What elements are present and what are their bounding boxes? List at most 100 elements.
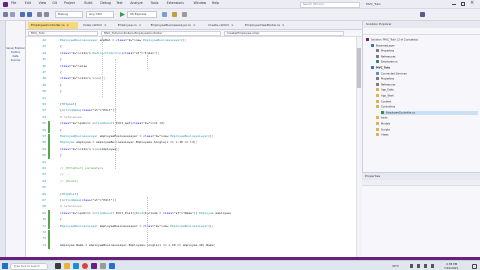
sql-server-icon[interactable] [100,263,106,269]
code-line[interactable]: class="kw">return View(employee); [60,147,120,151]
menu-item-extensions[interactable]: Extensions [167,1,184,5]
close-icon[interactable]: × [470,0,474,6]
tray-icons[interactable] [410,264,440,268]
code-line[interactable]: [HttpGet] [60,102,76,106]
task-view-icon[interactable] [55,263,61,269]
save-icon[interactable] [20,12,25,17]
code-line[interactable]: class="kw">else [60,64,87,68]
solution-tree-item[interactable]: Models [376,122,478,126]
code-line[interactable]: // [Route] [60,179,78,183]
code-line[interactable]: EmployeeBusinessLayer employeeBusinessLa… [60,224,214,228]
code-line[interactable]: // [HttpPost] parameters [60,166,103,170]
menu-item-tools[interactable]: Tools [151,1,159,5]
code-editor[interactable]: 42 EmployeeBusinessLayer empBal = class=… [26,37,362,257]
solution-tree-item[interactable]: Content [376,99,478,104]
solution-tree-item[interactable]: EmployeeController.cs [381,110,478,115]
minimize-icon[interactable] [452,4,456,5]
taskbar-search-input[interactable]: Type here to search [10,262,48,270]
menu-item-edit[interactable]: Edit [25,1,31,5]
code-line[interactable]: { [60,70,62,74]
solution-tree-item[interactable]: References [376,82,478,87]
code-line[interactable]: } [60,153,62,157]
menu-item-file[interactable]: File [11,1,16,5]
search-box[interactable]: Search (Ctrl+Q) [300,1,360,8]
file-explorer-icon[interactable] [64,263,70,269]
code-line[interactable]: Employee employee = employeeBusinessLaye… [60,140,197,144]
bookmark-icon[interactable] [172,12,177,17]
code-line[interactable]: } [60,89,62,93]
solution-tree-item[interactable]: Controllers [376,105,478,109]
mail-icon[interactable] [109,263,115,269]
left-panel-row[interactable]: Sources [6,59,25,63]
solution-tree-item[interactable]: MVC_Tuto [371,66,478,70]
menu-item-view[interactable]: View [39,1,47,5]
solution-tree-item[interactable]: Views [376,133,478,137]
menu-item-build[interactable]: Build [84,1,92,5]
edge-icon[interactable] [73,263,79,269]
solution-tree-item[interactable]: Employee.cs [376,60,478,64]
menu-item-analyze[interactable]: Analyze [130,1,143,5]
code-line[interactable]: employee.Name = employeeBusinessLayer.Em… [60,243,215,247]
code-line[interactable]: { [60,128,62,132]
tab-close-icon[interactable]: × [231,23,234,27]
code-line[interactable]: class="kw">return View(); [60,76,105,80]
run-icon[interactable] [120,12,125,17]
back-icon[interactable] [3,12,8,17]
code-line[interactable]: 0 references [60,115,82,119]
tab-employeecontroller-cs[interactable]: EmployeeController.cs × [28,22,78,29]
notification-icon[interactable] [472,263,477,269]
solution-tree-item[interactable]: App_Start [376,94,478,98]
solution-tree-item[interactable]: Connected Services [376,71,478,76]
tab-create-cshtml[interactable]: Create.cshtml × [205,22,240,29]
tab-employeeviewmodel-cs[interactable]: EmployeeViewModel.cs × [242,22,290,29]
tab-close-icon[interactable]: × [139,23,142,27]
visual-studio-taskbar-icon[interactable] [91,263,97,269]
menu-item-project[interactable]: Project [64,1,75,5]
solution-tree-item[interactable]: References [376,54,478,59]
menu-item-window[interactable]: Window [194,1,207,5]
solution-tree-item[interactable]: Scripts [376,127,478,132]
save-all-icon[interactable] [27,12,32,17]
class-dropdown[interactable]: MVC_Tuto.Controllers.EmployeeController [101,31,221,36]
solution-tree-item[interactable]: Solution 'MVC_Tuto' (2 of 2 projects) [366,38,478,42]
solution-tree-item[interactable]: fonts [376,116,478,120]
member-dropdown[interactable]: Create(Employee emp) [224,31,344,36]
solution-tree-item[interactable]: Properties [376,49,478,53]
code-line[interactable]: EmployeeBusinessLayer empBal = class="kw… [60,38,186,42]
code-line[interactable]: class="kw">return RedirectToAction(class… [60,51,159,55]
solution-tree-item[interactable]: Properties [376,77,478,81]
platform-dropdown[interactable]: Any CPU [86,11,114,18]
menu-item-test[interactable]: Test [116,1,122,5]
tab-close-icon[interactable]: × [282,23,285,27]
tab-close-icon[interactable]: × [104,23,107,27]
code-line[interactable]: EmployeeBusinessLayer employeeBusinessLa… [60,134,214,138]
scrollbar-thumb[interactable] [357,48,361,88]
code-line[interactable]: [ActionName(class="st">"Edit")] [60,198,116,202]
forward-icon[interactable] [10,12,15,17]
code-line[interactable]: } [60,83,62,87]
live-share-icon[interactable] [420,12,425,17]
solution-tree-item[interactable]: BusinessLayer [371,43,478,48]
tab-close-icon[interactable]: × [193,23,196,27]
menu-item-help[interactable]: Help [212,1,219,5]
code-line[interactable]: 0 references [60,204,82,208]
tab-employeebusinesslayer-cs[interactable]: EmployeeBusinessLayer.cs × [148,22,204,29]
run-target-button[interactable]: IIS Express [127,11,157,18]
config-dropdown[interactable]: Debug [55,11,83,18]
code-line[interactable]: // ... [60,172,71,176]
project-dropdown[interactable]: MVC_Tuto [28,31,98,36]
maximize-icon[interactable] [461,2,465,6]
code-line[interactable]: } [60,57,62,61]
windows-start-icon[interactable] [2,263,8,269]
code-line[interactable]: [ActionName(class="st">"Edit")] [60,108,116,112]
code-line[interactable]: class="kw">public ActionResult Edit_Get(… [60,121,165,125]
menu-item-debug[interactable]: Debug [100,1,110,5]
tab-index-cshtml[interactable]: Index.cshtml × [80,22,113,29]
code-line[interactable]: [HttpPost] [60,192,78,196]
solution-tree-item[interactable]: App_Data [376,88,478,92]
menu-item-git[interactable]: Git [52,1,57,5]
refresh-icon[interactable] [162,12,167,17]
code-line[interactable]: { [60,44,62,48]
tab-close-icon[interactable]: × [67,23,70,27]
code-line[interactable]: { [60,217,62,221]
